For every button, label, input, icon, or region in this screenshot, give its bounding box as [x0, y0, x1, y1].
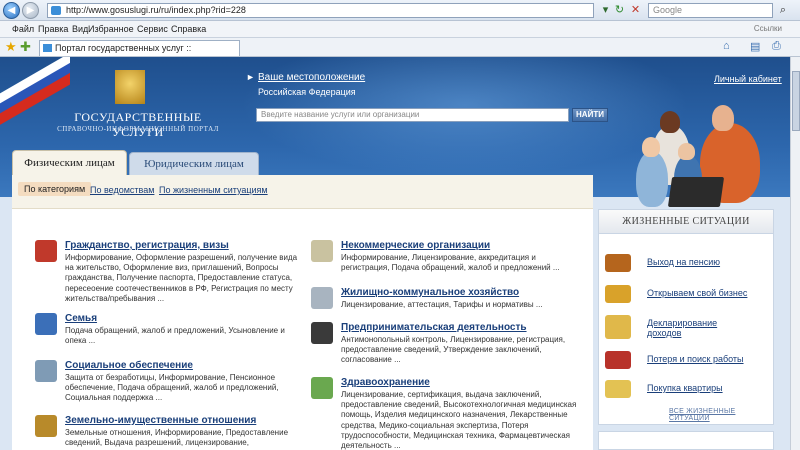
pension-icon	[605, 254, 631, 272]
web-page: ГОСУДАРСТВЕННЫЕ УСЛУГИ СПРАВОЧНО-ИНФОРМА…	[0, 57, 790, 450]
briefcase-icon	[311, 322, 333, 344]
site-favicon-icon	[51, 6, 61, 15]
print-icon[interactable]: ⎙	[772, 40, 781, 53]
browser-tab[interactable]: Портал государственных услуг ::	[39, 40, 240, 56]
favorites-bar: ★ ✚ Портал государственных услуг :: ⌂ ▤ …	[0, 38, 800, 57]
keys-icon	[605, 380, 631, 398]
search-button[interactable]: НАЙТИ	[572, 108, 608, 122]
personal-cabinet-link[interactable]: Личный кабинет	[714, 74, 782, 84]
subnav-by-category[interactable]: По категориям	[18, 182, 92, 196]
menu-view[interactable]: Вид	[72, 24, 88, 34]
links-label[interactable]: Ссылки	[754, 24, 782, 33]
tab-legal-entities[interactable]: Юридическим лицам	[129, 152, 259, 175]
refresh-icon[interactable]: ↻	[612, 3, 627, 17]
situation-item[interactable]: Покупка квартиры	[605, 380, 770, 402]
category-title[interactable]: Семья	[65, 313, 305, 324]
scrollbar-thumb[interactable]	[792, 71, 800, 131]
health-icon	[311, 377, 333, 399]
address-url: http://www.gosuslugi.ru/ru/index.php?rid…	[66, 5, 246, 15]
category-item: Некоммерческие организации Информировани…	[311, 240, 581, 273]
tab-favicon-icon	[43, 44, 52, 52]
subnav-by-department[interactable]: По ведомствам	[90, 185, 154, 195]
life-situations-heading: ЖИЗНЕННЫЕ СИТУАЦИИ	[599, 210, 773, 234]
vertical-scrollbar[interactable]	[790, 57, 800, 450]
situation-item[interactable]: Потеря и поиск работы	[605, 351, 770, 373]
category-item: Семья Подача обращений, жалоб и предложе…	[35, 313, 305, 346]
menu-help[interactable]: Справка	[171, 24, 206, 34]
categories-panel: Гражданство, регистрация, визы Информиро…	[12, 209, 593, 450]
category-title[interactable]: Гражданство, регистрация, визы	[65, 240, 305, 251]
category-title[interactable]: Жилищно-коммунальное хозяйство	[341, 287, 581, 298]
category-title[interactable]: Здравоохранение	[341, 377, 581, 388]
job-search-icon	[605, 351, 631, 369]
tab-individuals[interactable]: Физическим лицам	[12, 150, 127, 175]
home-icon[interactable]: ⌂	[723, 40, 730, 52]
life-situations-panel: ЖИЗНЕННЫЕ СИТУАЦИИ Выход на пенсию Откры…	[598, 209, 774, 425]
category-description: Земельные отношения, Информирование, Пре…	[65, 428, 289, 448]
location-link[interactable]: Ваше местоположение	[258, 72, 365, 83]
category-item: Социальное обеспечение Защита от безрабо…	[35, 360, 305, 404]
situation-item[interactable]: Выход на пенсию	[605, 254, 770, 276]
category-title[interactable]: Социальное обеспечение	[65, 360, 305, 371]
location-arrow-icon: ►	[246, 72, 255, 82]
coins-icon	[605, 315, 631, 339]
category-title[interactable]: Предпринимательская деятельность	[341, 322, 581, 333]
situation-item[interactable]: Открываем свой бизнес	[605, 285, 770, 307]
feeds-icon[interactable]: ▤	[750, 40, 760, 53]
situation-link[interactable]: Открываем свой бизнес	[647, 288, 747, 298]
category-item: Здравоохранение Лицензирование, сертифик…	[311, 377, 581, 450]
situation-link[interactable]: Покупка квартиры	[647, 383, 723, 393]
browser-search-input[interactable]: Google	[648, 3, 773, 18]
favorites-star-icon[interactable]: ★	[5, 39, 17, 55]
menu-tools[interactable]: Сервис	[137, 24, 168, 34]
category-title[interactable]: Некоммерческие организации	[341, 240, 581, 251]
category-item: Земельно-имущественные отношения Земельн…	[35, 415, 305, 448]
laptop-icon	[667, 177, 725, 207]
housing-icon	[311, 287, 333, 309]
social-icon	[35, 360, 57, 382]
forward-button[interactable]: ▶	[22, 2, 39, 19]
category-item: Жилищно-коммунальное хозяйство Лицензиро…	[311, 287, 581, 310]
tab-title: Портал государственных услуг ::	[55, 43, 192, 53]
situation-item[interactable]: Декларирование доходов	[605, 315, 770, 345]
compat-view-icon[interactable]: ▾	[598, 3, 613, 17]
category-description: Защита от безработицы, Информирование, П…	[65, 373, 279, 403]
category-description: Лицензирование, аттестация, Тарифы и нор…	[341, 300, 543, 309]
menu-edit[interactable]: Правка	[38, 24, 68, 34]
subnav-by-situation[interactable]: По жизненным ситуациям	[159, 185, 268, 195]
site-subtitle: СПРАВОЧНО-ИНФОРМАЦИОННЫЙ ПОРТАЛ	[57, 125, 219, 133]
passport-icon	[35, 240, 57, 262]
category-item: Гражданство, регистрация, визы Информиро…	[35, 240, 305, 304]
location-value: Российская Федерация	[258, 87, 356, 97]
category-subnav: По категориям По ведомствам По жизненным…	[12, 175, 593, 209]
category-description: Подача обращений, жалоб и предложений, У…	[65, 326, 285, 346]
all-situations-link[interactable]: ВСЕ ЖИЗНЕННЫЕ СИТУАЦИИ	[669, 408, 773, 422]
emblem-icon	[115, 70, 145, 104]
menu-favorites[interactable]: Избранное	[88, 24, 134, 34]
secondary-panel	[598, 431, 774, 450]
stop-icon[interactable]: ✕	[628, 3, 643, 17]
category-description: Лицензирование, сертификация, выдача зак…	[341, 390, 577, 450]
ngo-icon	[311, 240, 333, 262]
land-icon	[35, 415, 57, 437]
address-bar[interactable]: http://www.gosuslugi.ru/ru/index.php?rid…	[47, 3, 594, 18]
family-icon	[35, 313, 57, 335]
category-description: Информирование, Оформление разрешений, п…	[65, 253, 298, 303]
menu-bar: Файл Правка Вид Избранное Сервис Справка…	[0, 21, 800, 38]
situation-link[interactable]: Декларирование доходов	[647, 318, 737, 338]
back-button[interactable]: ◀	[3, 2, 20, 19]
situation-link[interactable]: Потеря и поиск работы	[647, 354, 744, 364]
service-search-input[interactable]: Введите название услуги или организации	[256, 108, 569, 122]
add-favorite-icon[interactable]: ✚	[20, 39, 31, 55]
category-description: Антимонопольный контроль, Лицензирование…	[341, 335, 566, 365]
category-title[interactable]: Земельно-имущественные отношения	[65, 415, 305, 426]
browser-toolbar: ◀ ▶ http://www.gosuslugi.ru/ru/index.php…	[0, 0, 800, 21]
browser-search-icon[interactable]: ⌕	[775, 3, 791, 18]
menu-file[interactable]: Файл	[12, 24, 34, 34]
family-photo	[632, 105, 772, 209]
business-icon	[605, 285, 631, 303]
situation-link[interactable]: Выход на пенсию	[647, 257, 720, 267]
category-description: Информирование, Лицензирование, аккредит…	[341, 253, 560, 273]
category-item: Предпринимательская деятельность Антимон…	[311, 322, 581, 366]
